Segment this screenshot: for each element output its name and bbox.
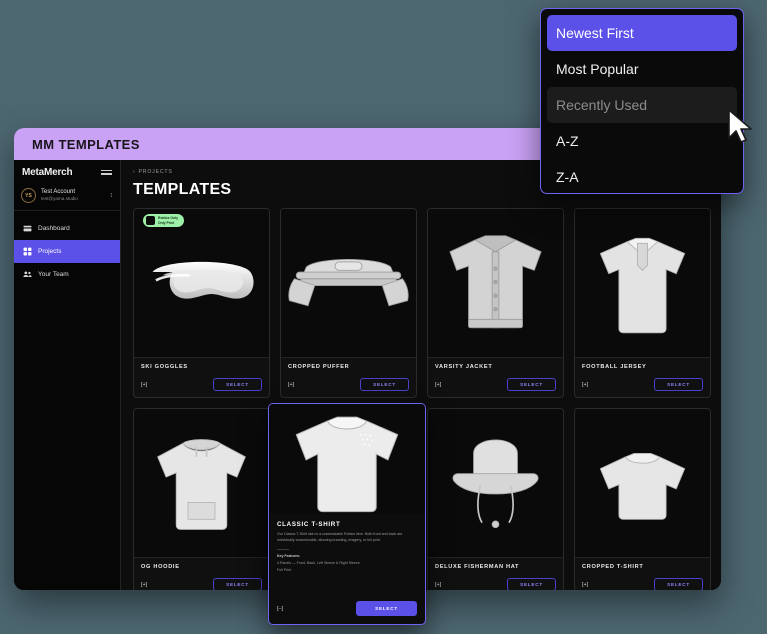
dashboard-icon: [23, 225, 32, 232]
key-features-label: Key Features:: [277, 553, 301, 558]
select-button[interactable]: SELECT: [507, 578, 556, 590]
breadcrumb-label: PROJECTS: [138, 169, 173, 175]
sidebar-item-label: Your Team: [38, 271, 69, 278]
football-jersey-art: [599, 237, 686, 334]
card-title: CROPPED T-SHIRT: [582, 564, 644, 570]
window-title: MM TEMPLATES: [32, 136, 140, 152]
template-card[interactable]: CROPPED PUFFER [+] SELECT: [280, 208, 417, 398]
select-button[interactable]: SELECT: [213, 578, 262, 590]
dropdown-option-recently-used[interactable]: Recently Used: [547, 87, 737, 123]
select-button[interactable]: SELECT: [360, 378, 409, 391]
expanded-card-title: CLASSIC T-SHIRT: [277, 521, 341, 528]
card-footer: DELUXE FISHERMAN HAT [+] SELECT: [428, 557, 563, 590]
select-button[interactable]: SELECT: [654, 578, 703, 590]
grid-icon: [23, 247, 32, 256]
card-footer: VARSITY JACKET [+] SELECT: [428, 357, 563, 397]
card-footer: OG HOODIE [+] SELECT: [134, 557, 269, 590]
card-title: DELUXE FISHERMAN HAT: [435, 564, 520, 570]
puffer-art: [288, 258, 409, 307]
template-thumbnail: [428, 209, 563, 357]
feature-item: Full Print: [277, 567, 292, 572]
card-footer: CROPPED T-SHIRT [+] SELECT: [575, 557, 710, 590]
screen: MM TEMPLATES MetaMerch YS Test Account t…: [0, 0, 767, 634]
expanded-template-card[interactable]: CLASSIC T-SHIRT Our Classic T-Shirt skin…: [268, 403, 426, 625]
card-footer: FOOTBALL JERSEY [+] SELECT: [575, 357, 710, 397]
account-text: Test Account test@yama.studio: [41, 188, 105, 202]
template-thumbnail: [575, 409, 710, 557]
sidebar: MetaMerch YS Test Account test@yama.stud…: [14, 160, 121, 590]
account-switcher[interactable]: YS Test Account test@yama.studio ↕: [14, 184, 120, 211]
select-button[interactable]: SELECT: [213, 378, 262, 391]
chevron-left-icon: ‹: [133, 169, 136, 175]
template-card[interactable]: DELUXE FISHERMAN HAT [+] SELECT: [427, 408, 564, 590]
avatar: YS: [21, 188, 36, 203]
dropdown-option-newest-first[interactable]: Newest First: [547, 15, 737, 51]
feature-item: 4 Panels — Front, Back, Left Sleeve & Ri…: [277, 560, 360, 565]
sidebar-item-dashboard[interactable]: Dashboard: [14, 217, 120, 240]
expanded-card-actions: [–] SELECT: [269, 601, 425, 616]
dropdown-option-a-z[interactable]: A-Z: [547, 123, 737, 159]
goggles-art: [152, 261, 254, 299]
account-email: test@yama.studio: [41, 196, 78, 202]
bucket-hat-art: [452, 439, 539, 529]
sidebar-item-label: Projects: [38, 248, 62, 255]
select-button[interactable]: SELECT: [356, 601, 417, 616]
expand-toggle[interactable]: [+]: [582, 582, 588, 588]
template-thumbnail: [269, 404, 425, 514]
roblox-icon: [146, 216, 155, 225]
expand-toggle[interactable]: [+]: [288, 382, 294, 388]
badge-text: Roblox Only Only Print: [158, 216, 178, 225]
template-thumbnail: [575, 209, 710, 357]
sidebar-item-projects[interactable]: Projects: [14, 240, 120, 263]
card-footer: CROPPED PUFFER [+] SELECT: [281, 357, 416, 397]
people-icon: [23, 271, 32, 278]
mouse-cursor-icon: [728, 109, 752, 143]
card-title: FOOTBALL JERSEY: [582, 364, 647, 370]
expand-toggle[interactable]: [+]: [141, 582, 147, 588]
hamburger-icon[interactable]: [101, 169, 112, 175]
brand-logo: MetaMerch: [22, 166, 73, 178]
expand-toggle[interactable]: [+]: [435, 382, 441, 388]
status-badge: Roblox Only Only Print: [143, 214, 184, 227]
template-card[interactable]: FOOTBALL JERSEY [+] SELECT: [574, 208, 711, 398]
sort-dropdown-menu[interactable]: Newest First Most Popular Recently Used …: [540, 8, 744, 194]
card-title: OG HOODIE: [141, 564, 180, 570]
sidebar-nav: Dashboard Projects Your Team: [14, 211, 120, 286]
tshirt-art: [295, 416, 399, 513]
card-title: CROPPED PUFFER: [288, 364, 350, 370]
template-thumbnail: [428, 409, 563, 557]
hoodie-art: [157, 439, 246, 530]
cropped-tshirt-art: [599, 453, 686, 520]
template-thumbnail: Roblox Only Only Print: [134, 209, 269, 357]
expand-toggle[interactable]: [+]: [141, 382, 147, 388]
dropdown-option-z-a[interactable]: Z-A: [547, 159, 737, 193]
template-thumbnail: [281, 209, 416, 357]
expanded-card-body: CLASSIC T-SHIRT Our Classic T-Shirt skin…: [269, 514, 425, 572]
sidebar-item-label: Dashboard: [38, 225, 70, 232]
template-card[interactable]: CROPPED T-SHIRT [+] SELECT: [574, 408, 711, 590]
expanded-card-description: Our Classic T-Shirt skin is a customizab…: [277, 532, 403, 542]
template-card[interactable]: VARSITY JACKET [+] SELECT: [427, 208, 564, 398]
expand-toggle[interactable]: [+]: [435, 582, 441, 588]
card-title: VARSITY JACKET: [435, 364, 493, 370]
sidebar-brand-row: MetaMerch: [14, 160, 120, 184]
varsity-jacket-art: [449, 235, 542, 329]
card-footer: SKI GOGGLES [+] SELECT: [134, 357, 269, 397]
select-button[interactable]: SELECT: [507, 378, 556, 391]
chevron-up-down-icon[interactable]: ↕: [110, 192, 114, 199]
select-button[interactable]: SELECT: [654, 378, 703, 391]
card-title: SKI GOGGLES: [141, 364, 188, 370]
dropdown-option-most-popular[interactable]: Most Popular: [547, 51, 737, 87]
divider: [277, 548, 289, 550]
expand-toggle[interactable]: [+]: [582, 382, 588, 388]
template-card[interactable]: Roblox Only Only Print SKI GOGGLES [+] S…: [133, 208, 270, 398]
account-name: Test Account: [41, 189, 76, 196]
template-thumbnail: [134, 409, 269, 557]
collapse-toggle[interactable]: [–]: [277, 606, 283, 612]
template-card[interactable]: OG HOODIE [+] SELECT: [133, 408, 270, 590]
sidebar-item-your-team[interactable]: Your Team: [14, 263, 120, 286]
